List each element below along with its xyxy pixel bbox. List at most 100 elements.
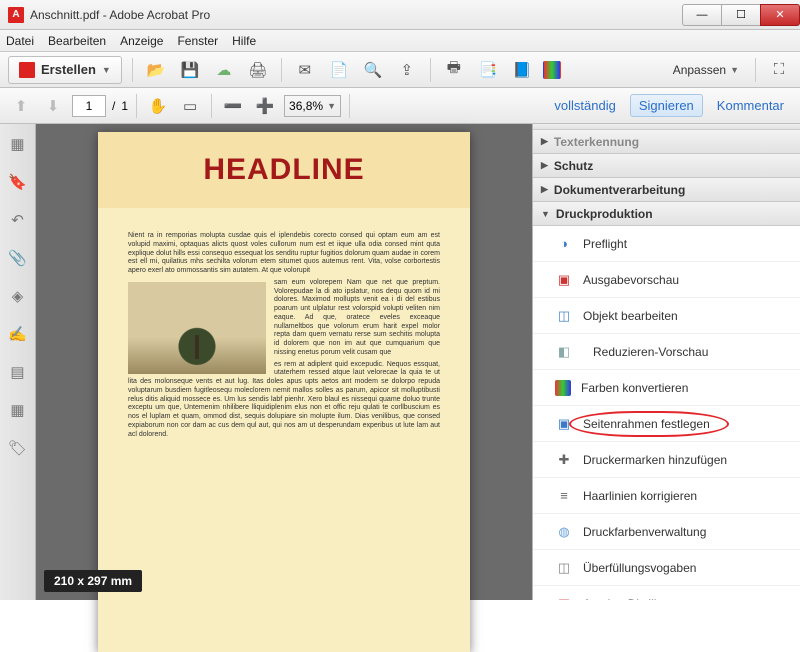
tool-trap-presets[interactable]: ◫Überfüllungsvogaben — [533, 550, 800, 586]
mail-icon[interactable]: ✉ — [292, 57, 318, 83]
create-button[interactable]: Erstellen ▼ — [8, 56, 122, 84]
tool-distiller[interactable]: ▣ Acrobat Distiller — [533, 586, 800, 600]
titlebar: A Anschnitt.pdf - Adobe Acrobat Pro — ☐ … — [0, 0, 800, 30]
document-view[interactable]: HEADLINE Nient ra in remporias molupta c… — [36, 124, 532, 600]
article-icon[interactable]: ▦ — [8, 400, 28, 420]
customize-label: Anpassen — [673, 63, 726, 77]
tool-convert-colors[interactable]: Farben konvertieren — [533, 370, 800, 406]
page-number-input[interactable] — [72, 95, 106, 117]
scan-icon[interactable]: 🔍 — [360, 57, 386, 83]
minimize-button[interactable]: — — [682, 4, 722, 26]
separator — [132, 58, 133, 82]
left-rail: ▦ 🔖 ↶ 📎 ◈ ✍ ▤ ▦ 🏷 — [0, 124, 36, 600]
flatten-icon: ◧ — [555, 343, 573, 361]
page-icon[interactable]: 📄 — [326, 57, 352, 83]
tool2-icon[interactable]: 📑 — [475, 57, 501, 83]
link-sign[interactable]: Signieren — [630, 94, 703, 117]
undo-icon[interactable]: ↶ — [8, 210, 28, 230]
tool-label: Preflight — [583, 237, 627, 251]
fullscreen-icon[interactable]: ⛶ — [766, 57, 792, 83]
save-icon[interactable]: 💾 — [177, 57, 203, 83]
preflight-icon: ◑ — [555, 235, 573, 253]
close-button[interactable]: ✕ — [760, 4, 800, 26]
tool-label: Acrobat Distiller — [583, 597, 667, 601]
tool-edit-object[interactable]: ◫Objekt bearbeiten — [533, 298, 800, 334]
section-security[interactable]: ▶Schutz — [533, 154, 800, 178]
hand-icon[interactable]: ✋ — [145, 93, 171, 119]
layers-icon[interactable]: ◈ — [8, 286, 28, 306]
zoom-value: 36,8% — [289, 99, 323, 113]
tool-ink-manager[interactable]: ◍Druckfarbenverwaltung — [533, 514, 800, 550]
open-icon[interactable]: 📂 — [143, 57, 169, 83]
headline: HEADLINE — [203, 153, 364, 187]
menu-help[interactable]: Hilfe — [232, 34, 256, 48]
zoom-in-icon[interactable]: ➕ — [252, 93, 278, 119]
window-title: Anschnitt.pdf - Adobe Acrobat Pro — [30, 8, 210, 22]
create-icon — [19, 62, 35, 78]
tool-output-preview[interactable]: ▣ Ausgabevorschau — [533, 262, 800, 298]
zoom-select[interactable]: 36,8% ▼ — [284, 95, 341, 117]
export-icon[interactable]: ⇪ — [394, 57, 420, 83]
select-icon[interactable]: ▭ — [177, 93, 203, 119]
separator — [755, 58, 756, 82]
section-ocr[interactable]: ▶ Texterkennung — [533, 130, 800, 154]
body-text-1: Nient ra in remporias molupta cusdae qui… — [128, 232, 440, 276]
customize-button[interactable]: Anpassen ▼ — [667, 57, 745, 83]
edit-object-icon: ◫ — [555, 307, 573, 325]
tool-list: ◑ Preflight ▣ Ausgabevorschau ◫Objekt bear… — [533, 226, 800, 600]
arrow-down-icon: ▼ — [541, 209, 550, 219]
tool-label: Überfüllungsvogaben — [583, 561, 696, 575]
zoom-out-icon[interactable]: ➖ — [220, 93, 246, 119]
tag-icon[interactable]: 🏷 — [8, 438, 28, 458]
section-label: Druckproduktion — [556, 207, 653, 221]
tool-set-page-boxes[interactable]: ▣Seitenrahmen festlegen — [533, 406, 800, 442]
cloud-icon[interactable]: ☁ — [211, 57, 237, 83]
section-docproc[interactable]: ▶Dokumentverarbeitung — [533, 178, 800, 202]
section-label: Texterkennung — [554, 135, 639, 149]
separator — [211, 94, 212, 118]
menu-window[interactable]: Fenster — [177, 34, 218, 48]
section-printprod[interactable]: ▼ Druckproduktion — [533, 202, 800, 226]
tool-printer-marks[interactable]: ✚Druckermarken hinzufügen — [533, 442, 800, 478]
tool-label: Druckermarken hinzufügen — [583, 453, 727, 467]
tool-preflight[interactable]: ◑ Preflight — [533, 226, 800, 262]
menu-view[interactable]: Anzeige — [120, 34, 163, 48]
tool-fix-hairlines[interactable]: ≡Haarlinien korrigieren — [533, 478, 800, 514]
attachment-icon[interactable]: 📎 — [8, 248, 28, 268]
distiller-icon: ▣ — [555, 595, 573, 601]
tool1-icon[interactable]: 🖶 — [441, 57, 467, 83]
maximize-button[interactable]: ☐ — [721, 4, 761, 26]
arrow-right-icon: ▶ — [541, 136, 548, 147]
link-full[interactable]: vollständig — [546, 98, 623, 113]
tree-image — [128, 282, 266, 374]
page-header: HEADLINE — [98, 132, 470, 208]
main-area: ▦ 🔖 ↶ 📎 ◈ ✍ ▤ ▦ 🏷 HEADLINE Nient ra in r… — [0, 124, 800, 600]
output-icon: ▣ — [555, 271, 573, 289]
separator — [136, 94, 137, 118]
separator — [430, 58, 431, 82]
toolbar-nav: ⬆ ⬇ / 1 ✋ ▭ ➖ ➕ 36,8% ▼ vollständig Sign… — [0, 88, 800, 124]
page-down-icon[interactable]: ⬇ — [40, 93, 66, 119]
section-label: Schutz — [554, 159, 593, 173]
toolbar-main: Erstellen ▼ 📂 💾 ☁ 🖨 ✉ 📄 🔍 ⇪ 🖶 📑 📘 Anpass… — [0, 52, 800, 88]
page: HEADLINE Nient ra in remporias molupta c… — [98, 132, 470, 652]
section-label: Dokumentverarbeitung — [554, 183, 685, 197]
tool-flatten-preview[interactable]: ◧Reduzieren-Vorschau — [533, 334, 800, 370]
pages-icon[interactable]: ▤ — [8, 362, 28, 382]
menu-file[interactable]: Datei — [6, 34, 34, 48]
page-size-badge: 210 x 297 mm — [44, 570, 142, 592]
color-icon[interactable] — [543, 61, 561, 79]
tool-label: Farben konvertieren — [581, 381, 688, 395]
tool3-icon[interactable]: 📘 — [509, 57, 535, 83]
print-icon[interactable]: 🖨 — [245, 57, 271, 83]
tool-label: Ausgabevorschau — [583, 273, 679, 287]
bookmark-icon[interactable]: 🔖 — [8, 172, 28, 192]
signature-icon[interactable]: ✍ — [8, 324, 28, 344]
thumbnails-icon[interactable]: ▦ — [8, 134, 28, 154]
window-buttons: — ☐ ✕ — [683, 4, 800, 26]
chevron-down-icon: ▼ — [102, 65, 111, 75]
link-comment[interactable]: Kommentar — [709, 98, 792, 113]
page-up-icon[interactable]: ⬆ — [8, 93, 34, 119]
page-sep: / — [112, 99, 115, 113]
menu-edit[interactable]: Bearbeiten — [48, 34, 106, 48]
